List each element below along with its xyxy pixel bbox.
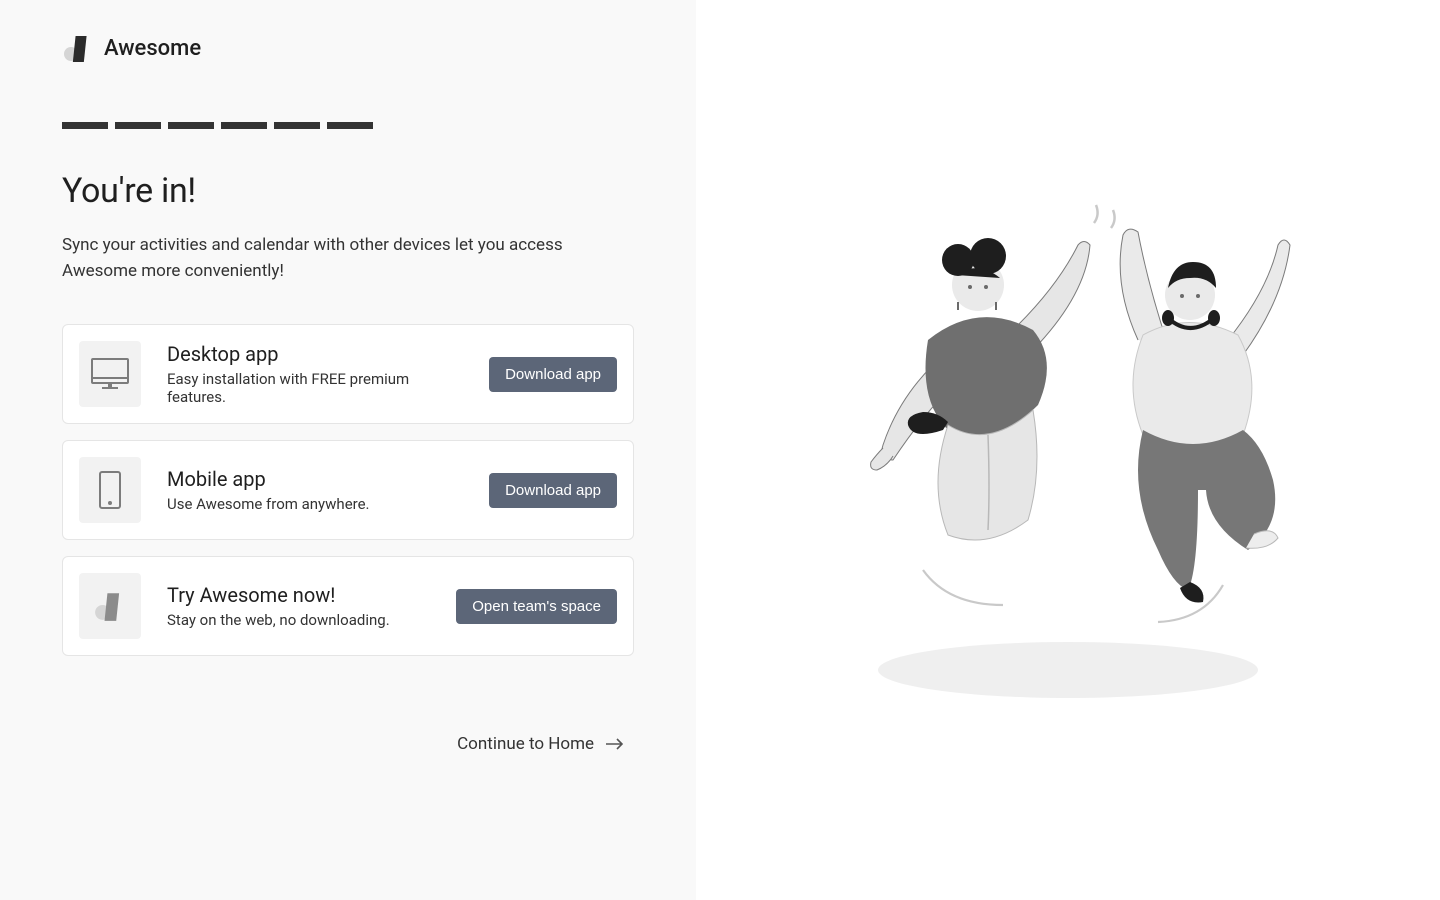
card-mobile-app: Mobile app Use Awesome from anywhere. Do… [62, 440, 634, 540]
card-title: Mobile app [167, 467, 463, 491]
right-panel [696, 0, 1440, 900]
card-body: Try Awesome now! Stay on the web, no dow… [167, 583, 430, 629]
card-title: Try Awesome now! [167, 583, 430, 607]
brand-logo: Awesome [62, 32, 634, 64]
card-desc: Stay on the web, no downloading. [167, 611, 430, 629]
progress-step [168, 122, 214, 129]
continue-to-home-link[interactable]: Continue to Home [62, 734, 624, 754]
card-desktop-app: Desktop app Easy installation with FREE … [62, 324, 634, 424]
logo-icon [79, 573, 141, 639]
desktop-icon [79, 341, 141, 407]
open-team-space-button[interactable]: Open team's space [456, 589, 617, 624]
arrow-right-icon [606, 738, 624, 750]
card-desc: Easy installation with FREE premium feat… [167, 370, 463, 406]
progress-step [221, 122, 267, 129]
download-mobile-button[interactable]: Download app [489, 473, 617, 508]
card-web-app: Try Awesome now! Stay on the web, no dow… [62, 556, 634, 656]
left-panel: Awesome You're in! Sync your activities … [0, 0, 696, 900]
card-desc: Use Awesome from anywhere. [167, 495, 463, 513]
progress-indicator [62, 122, 634, 129]
continue-label: Continue to Home [457, 734, 594, 754]
progress-step [115, 122, 161, 129]
brand-name: Awesome [104, 36, 201, 61]
page-subtext: Sync your activities and calendar with o… [62, 233, 622, 284]
progress-step [62, 122, 108, 129]
logo-mark-icon [62, 32, 94, 64]
card-title: Desktop app [167, 342, 463, 366]
celebration-illustration [828, 190, 1308, 710]
page-title: You're in! [62, 171, 634, 211]
progress-step [327, 122, 373, 129]
mobile-icon [79, 457, 141, 523]
download-desktop-button[interactable]: Download app [489, 357, 617, 392]
progress-step [274, 122, 320, 129]
card-body: Desktop app Easy installation with FREE … [167, 342, 463, 406]
option-cards: Desktop app Easy installation with FREE … [62, 324, 634, 656]
card-body: Mobile app Use Awesome from anywhere. [167, 467, 463, 513]
